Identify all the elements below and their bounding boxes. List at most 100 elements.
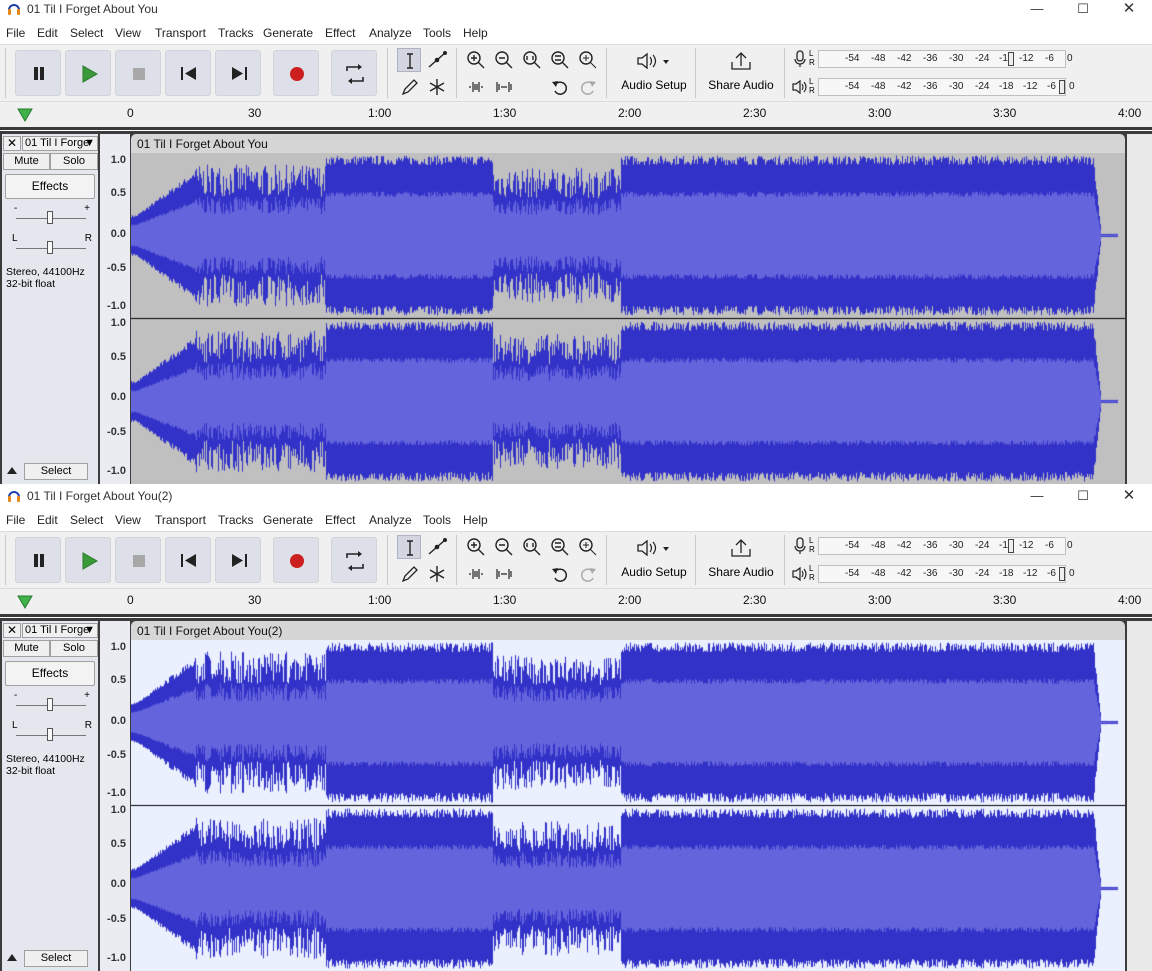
- close-button[interactable]: ✕: [1106, 0, 1152, 19]
- amplitude-ruler[interactable]: 1.0 0.5 0.0 -0.5 -1.0 1.0 0.5 0.0 -0.5 -…: [100, 134, 130, 484]
- playback-meter-scale[interactable]: -54 -48 -42 -36 -30 -24 -18 -12 -6 0: [818, 565, 1075, 583]
- close-button[interactable]: ✕: [1106, 487, 1152, 506]
- menu-generate[interactable]: Generate: [263, 26, 313, 40]
- toolbar-grip[interactable]: [695, 48, 702, 98]
- track-name-menu[interactable]: 01 Til I Forge ▼: [22, 623, 98, 638]
- record-meter-scale[interactable]: -54 -48 -42 -36 -30 -24 -1 -12 -6 0: [818, 537, 1073, 555]
- redo-button[interactable]: [576, 562, 600, 586]
- solo-button[interactable]: Solo: [50, 153, 98, 170]
- trim-button[interactable]: [464, 75, 488, 99]
- maximize-button[interactable]: ☐: [1060, 0, 1106, 19]
- menu-effect[interactable]: Effect: [325, 26, 355, 40]
- menu-file[interactable]: File: [6, 513, 25, 527]
- pause-button[interactable]: [15, 537, 61, 583]
- empty-track-space[interactable]: [1127, 134, 1152, 484]
- timeline-ruler[interactable]: 0 30 1:00 1:30 2:00 2:30 3:00 3:30 4:00: [0, 101, 1152, 130]
- share-audio-button[interactable]: Share Audio: [702, 536, 780, 584]
- silence-button[interactable]: [492, 75, 516, 99]
- mute-button[interactable]: Mute: [3, 153, 50, 170]
- minimize-button[interactable]: —: [1014, 487, 1060, 506]
- fit-project-button[interactable]: [548, 535, 572, 559]
- skip-to-start-button[interactable]: [165, 50, 211, 96]
- toolbar-grip[interactable]: [695, 535, 702, 585]
- playback-level-slider[interactable]: [1059, 567, 1065, 581]
- playback-meter[interactable]: LR -54 -48 -42 -36 -30 -24 -18 -12 -6 0: [790, 76, 1080, 98]
- audio-clip[interactable]: 01 Til I Forget About You: [131, 134, 1125, 484]
- multi-tool[interactable]: [425, 562, 449, 586]
- redo-button[interactable]: [576, 75, 600, 99]
- amplitude-ruler[interactable]: 1.0 0.5 0.0 -0.5 -1.0 1.0 0.5 0.0 -0.5 -…: [100, 621, 130, 971]
- play-button[interactable]: [65, 50, 111, 96]
- zoom-toggle-button[interactable]: [576, 48, 600, 72]
- playback-meter[interactable]: LR -54 -48 -42 -36 -30 -24 -18 -12 -6 0: [790, 563, 1080, 585]
- toolbar-grip[interactable]: [606, 48, 613, 98]
- zoom-out-button[interactable]: [492, 535, 516, 559]
- record-meter[interactable]: LR -54 -48 -42 -36 -30 -24 -1 -12 -6 0: [790, 535, 1080, 557]
- collapse-arrow-icon[interactable]: [7, 467, 17, 474]
- play-button[interactable]: [65, 537, 111, 583]
- gain-slider[interactable]: - +: [14, 203, 90, 229]
- menu-help[interactable]: Help: [463, 513, 488, 527]
- zoom-out-button[interactable]: [492, 48, 516, 72]
- toolbar-grip[interactable]: [5, 48, 12, 98]
- record-meter[interactable]: LR -54 -48 -42 -36 -30 -24 -1 -12 -6 0: [790, 48, 1080, 70]
- skip-to-end-button[interactable]: [215, 50, 261, 96]
- track-select-button[interactable]: Select: [24, 463, 88, 480]
- pan-slider[interactable]: L R: [12, 233, 92, 259]
- undo-button[interactable]: [548, 562, 572, 586]
- clip-title-bar[interactable]: 01 Til I Forget About You: [131, 134, 1125, 153]
- menu-select[interactable]: Select: [70, 513, 103, 527]
- menu-tools[interactable]: Tools: [423, 26, 451, 40]
- solo-button[interactable]: Solo: [50, 640, 98, 657]
- menu-view[interactable]: View: [115, 26, 141, 40]
- fit-selection-button[interactable]: [520, 48, 544, 72]
- timeline-scale[interactable]: 0 30 1:00 1:30 2:00 2:30 3:00 3:30 4:00: [100, 589, 1152, 616]
- zoom-in-button[interactable]: [464, 535, 488, 559]
- selection-tool[interactable]: [397, 48, 421, 72]
- loop-button[interactable]: [331, 50, 377, 96]
- selection-tool[interactable]: [397, 535, 421, 559]
- gain-slider[interactable]: - +: [14, 690, 90, 716]
- playback-level-slider[interactable]: [1059, 80, 1065, 94]
- menu-edit[interactable]: Edit: [37, 513, 58, 527]
- gain-slider-thumb[interactable]: [47, 698, 53, 711]
- stop-button[interactable]: [115, 50, 161, 96]
- fit-selection-button[interactable]: [520, 535, 544, 559]
- minimize-button[interactable]: —: [1014, 0, 1060, 19]
- clip-title-bar[interactable]: 01 Til I Forget About You(2): [131, 621, 1125, 640]
- menu-tracks[interactable]: Tracks: [218, 513, 254, 527]
- share-audio-button[interactable]: Share Audio: [702, 49, 780, 97]
- menu-transport[interactable]: Transport: [155, 26, 206, 40]
- toolbar-grip[interactable]: [387, 48, 394, 98]
- play-head-icon[interactable]: [17, 595, 33, 609]
- menu-effect[interactable]: Effect: [325, 513, 355, 527]
- record-level-slider[interactable]: [1008, 52, 1014, 66]
- record-level-slider[interactable]: [1008, 539, 1014, 553]
- menu-select[interactable]: Select: [70, 26, 103, 40]
- menu-analyze[interactable]: Analyze: [369, 26, 412, 40]
- envelope-tool[interactable]: [425, 535, 449, 559]
- audio-clip[interactable]: 01 Til I Forget About You(2): [131, 621, 1125, 971]
- track-close-button[interactable]: ✕: [3, 623, 21, 638]
- zoom-toggle-button[interactable]: [576, 535, 600, 559]
- record-meter-scale[interactable]: -54 -48 -42 -36 -30 -24 -1 -12 -6 0: [818, 50, 1073, 68]
- fit-project-button[interactable]: [548, 48, 572, 72]
- menu-view[interactable]: View: [115, 513, 141, 527]
- audio-setup-button[interactable]: Audio Setup: [614, 536, 694, 584]
- skip-to-start-button[interactable]: [165, 537, 211, 583]
- toolbar-grip[interactable]: [456, 535, 463, 585]
- toolbar-grip[interactable]: [387, 535, 394, 585]
- audio-setup-button[interactable]: Audio Setup: [614, 49, 694, 97]
- draw-tool[interactable]: [397, 75, 421, 99]
- zoom-in-button[interactable]: [464, 48, 488, 72]
- menu-edit[interactable]: Edit: [37, 26, 58, 40]
- play-head-icon[interactable]: [17, 108, 33, 122]
- multi-tool[interactable]: [425, 75, 449, 99]
- record-button[interactable]: [273, 50, 319, 96]
- stop-button[interactable]: [115, 537, 161, 583]
- menu-tools[interactable]: Tools: [423, 513, 451, 527]
- maximize-button[interactable]: ☐: [1060, 487, 1106, 506]
- gain-slider-thumb[interactable]: [47, 211, 53, 224]
- toolbar-grip[interactable]: [606, 535, 613, 585]
- menu-transport[interactable]: Transport: [155, 513, 206, 527]
